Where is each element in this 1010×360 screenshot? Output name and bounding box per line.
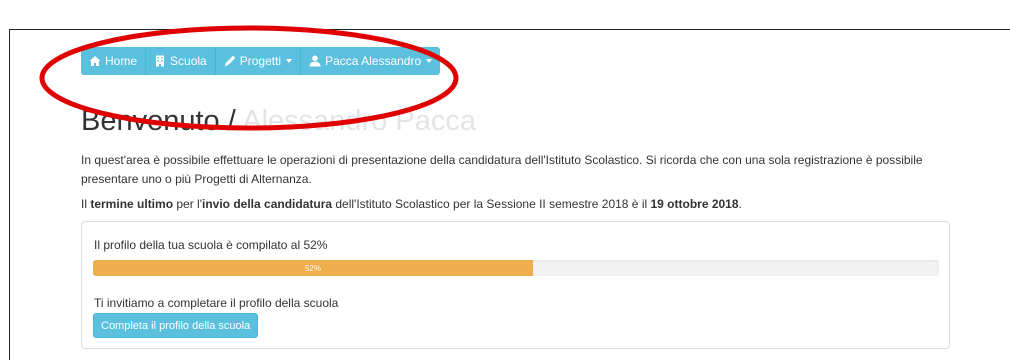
annotation-ellipse bbox=[39, 25, 459, 131]
red-circle-annotation bbox=[39, 25, 459, 131]
